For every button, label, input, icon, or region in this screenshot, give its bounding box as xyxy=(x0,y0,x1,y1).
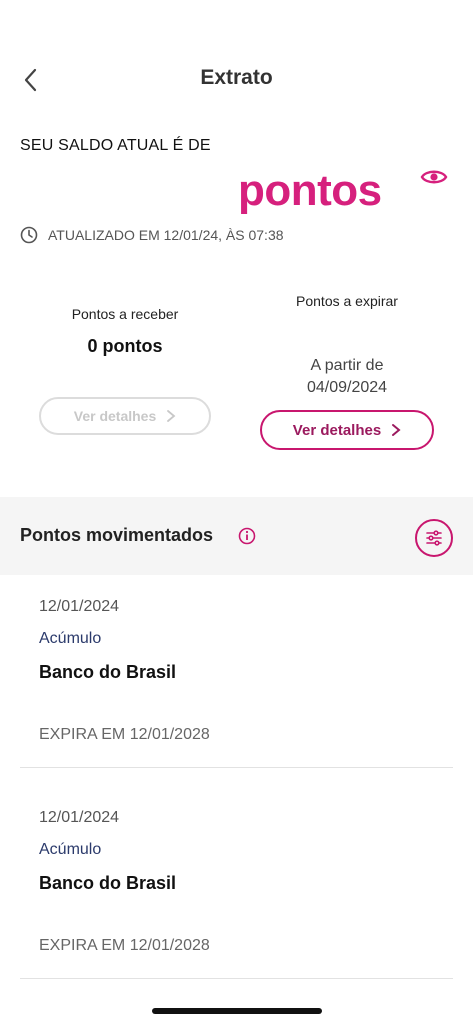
expire-since-date: 04/09/2024 xyxy=(306,379,388,396)
movement-type: Acúmulo xyxy=(39,630,102,647)
receive-details-label: Ver detalhes xyxy=(73,408,157,424)
points-to-receive-value: 0 pontos xyxy=(87,336,163,356)
points-to-expire-card: Pontos a expirar A partir de 04/09/2024 xyxy=(260,293,434,399)
movement-partner: Banco do Brasil xyxy=(39,873,177,893)
filter-button[interactable] xyxy=(415,519,453,557)
clock-icon xyxy=(20,226,38,244)
expire-since-label: A partir de xyxy=(310,357,384,374)
points-to-receive-label: Pontos a receber xyxy=(71,306,179,322)
balance-unit: pontos xyxy=(238,166,382,215)
movement-date: 12/01/2024 xyxy=(39,598,120,615)
points-to-expire-label: Pontos a expirar xyxy=(296,293,398,309)
chevron-right-icon xyxy=(167,410,176,422)
updated-info: ATUALIZADO EM 12/01/24, ÀS 07:38 xyxy=(20,226,284,244)
filter-sliders-icon xyxy=(426,530,442,546)
movement-type: Acúmulo xyxy=(39,841,102,858)
points-to-receive-card: Pontos a receber 0 pontos xyxy=(38,306,212,357)
eye-icon[interactable] xyxy=(420,163,448,191)
movement-expiry: EXPIRA EM 12/01/2028 xyxy=(39,937,210,954)
expire-details-label: Ver detalhes xyxy=(292,421,382,439)
expire-since: A partir de 04/09/2024 xyxy=(260,355,434,399)
divider xyxy=(20,767,453,768)
updated-text: ATUALIZADO EM 12/01/24, ÀS 07:38 xyxy=(48,227,284,243)
movements-title: Pontos movimentados xyxy=(20,525,214,545)
expire-details-button[interactable]: Ver detalhes xyxy=(260,410,434,450)
chevron-right-icon xyxy=(392,424,401,436)
header: Extrato xyxy=(0,56,473,102)
movement-partner: Banco do Brasil xyxy=(39,662,177,682)
movements-header: Pontos movimentados xyxy=(0,497,473,575)
divider xyxy=(20,978,453,979)
movement-expiry: EXPIRA EM 12/01/2028 xyxy=(39,726,210,743)
home-indicator xyxy=(152,1008,322,1014)
receive-details-button[interactable]: Ver detalhes xyxy=(39,397,211,435)
info-icon[interactable] xyxy=(238,527,256,545)
balance-label: SEU SALDO ATUAL É DE xyxy=(20,137,211,154)
movement-date: 12/01/2024 xyxy=(39,809,120,826)
page-title: Extrato xyxy=(200,66,273,89)
